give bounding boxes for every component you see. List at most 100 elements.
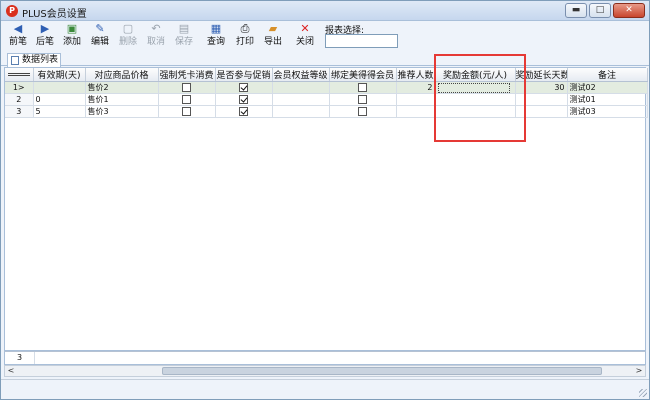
minimize-button[interactable]: ▬: [565, 3, 587, 18]
delete-doc-icon: ▢: [122, 22, 134, 35]
grid-menu-icon: [7, 72, 30, 76]
grid-header-row: 有效期(天) 对应商品价格 强制凭卡消费 是否参与促销 会员权益等级 绑定美得得…: [5, 68, 648, 82]
col-header-referrals[interactable]: 推荐人数: [396, 68, 436, 82]
cell-note[interactable]: 测试02: [567, 81, 648, 94]
window-controls: ▬ □ ✕: [565, 3, 645, 18]
cell-referrals[interactable]: [396, 105, 436, 118]
export-button[interactable]: ▰ 导出: [261, 22, 285, 52]
col-header-note[interactable]: 备注: [567, 68, 648, 82]
bind-member-checkbox[interactable]: [358, 95, 367, 104]
maximize-button[interactable]: □: [589, 3, 611, 18]
plus-member-settings-window: P PLUS会员设置 ▬ □ ✕ ◀ 前笔 ▶ 后笔 ▣ 添加 ✎ 编辑 ▢ 删…: [0, 0, 650, 400]
cell-note[interactable]: 测试03: [567, 105, 648, 118]
cell-price[interactable]: 售价3: [85, 105, 159, 118]
close-button[interactable]: ✕ 关闭: [293, 22, 317, 52]
query-label: 查询: [206, 37, 225, 47]
cell-bind-member[interactable]: [329, 93, 397, 106]
report-select-input[interactable]: [325, 34, 398, 48]
tab-strip: 数据列表: [1, 52, 649, 67]
title-bar[interactable]: P PLUS会员设置 ▬ □ ✕: [1, 1, 649, 21]
next-record-button[interactable]: ▶ 后笔: [34, 22, 56, 52]
cancel-label: 取消: [146, 37, 165, 47]
add-doc-icon: ▣: [66, 22, 78, 35]
cell-promo[interactable]: [215, 105, 273, 118]
prev-record-button[interactable]: ◀ 前笔: [7, 22, 29, 52]
cell-level[interactable]: [272, 105, 330, 118]
cell-level[interactable]: [272, 93, 330, 106]
cancel-button[interactable]: ↶ 取消: [144, 22, 168, 52]
print-button[interactable]: ⎙ 打印: [233, 22, 257, 52]
cell-forced-card[interactable]: [158, 93, 216, 106]
reward-amount-highlight-box: [434, 54, 526, 142]
edit-label: 编辑: [90, 37, 109, 47]
col-header-forced-card[interactable]: 强制凭卡消费: [158, 68, 216, 82]
forced-card-checkbox[interactable]: [182, 107, 191, 116]
close-window-button[interactable]: ✕: [613, 3, 645, 18]
edit-button[interactable]: ✎ 编辑: [88, 22, 112, 52]
query-icon: ▦: [210, 22, 222, 35]
promo-checkbox[interactable]: [239, 107, 248, 116]
cell-forced-card[interactable]: [158, 105, 216, 118]
export-label: 导出: [263, 37, 282, 47]
cell-price[interactable]: 售价1: [85, 93, 159, 106]
cell-bind-member[interactable]: [329, 81, 397, 94]
delete-button[interactable]: ▢ 删除: [116, 22, 140, 52]
cell-referrals[interactable]: [396, 93, 436, 106]
arrow-left-icon: ◀: [13, 22, 23, 35]
horizontal-scrollbar[interactable]: < >: [4, 365, 646, 377]
promo-checkbox[interactable]: [239, 95, 248, 104]
cell-validity[interactable]: [33, 81, 86, 94]
data-grid: 有效期(天) 对应商品价格 强制凭卡消费 是否参与促销 会员权益等级 绑定美得得…: [4, 67, 648, 351]
edit-icon: ✎: [95, 22, 105, 35]
col-header-validity[interactable]: 有效期(天): [33, 68, 86, 82]
col-header-promo[interactable]: 是否参与促销: [215, 68, 273, 82]
print-label: 打印: [235, 37, 254, 47]
table-row[interactable]: 1> 售价2 2 30 测试02: [5, 81, 648, 94]
tab-data-list[interactable]: 数据列表: [7, 53, 61, 67]
col-header-price[interactable]: 对应商品价格: [85, 68, 159, 82]
cell-bind-member[interactable]: [329, 105, 397, 118]
app-logo-icon: P: [6, 5, 18, 17]
forced-card-checkbox[interactable]: [182, 83, 191, 92]
forced-card-checkbox[interactable]: [182, 95, 191, 104]
close-red-icon: ✕: [300, 22, 310, 35]
delete-label: 删除: [118, 37, 137, 47]
status-bar: [1, 379, 649, 399]
tab-data-list-label: 数据列表: [22, 55, 59, 65]
query-button[interactable]: ▦ 查询: [204, 22, 228, 52]
window-title: PLUS会员设置: [22, 9, 87, 20]
col-header-level[interactable]: 会员权益等级: [272, 68, 330, 82]
cell-level[interactable]: [272, 81, 330, 94]
save-label: 保存: [174, 37, 193, 47]
cell-validity[interactable]: 5: [33, 105, 86, 118]
row-number[interactable]: 3: [5, 105, 34, 118]
resize-grip-icon[interactable]: [639, 389, 647, 397]
cell-promo[interactable]: [215, 81, 273, 94]
add-label: 添加: [62, 37, 81, 47]
next-record-label: 后笔: [35, 37, 54, 47]
document-icon: [11, 56, 19, 65]
promo-checkbox[interactable]: [239, 83, 248, 92]
table-row[interactable]: 2 0 售价1 测试01: [5, 93, 648, 106]
arrow-right-icon: ▶: [40, 22, 50, 35]
select-all-header[interactable]: [5, 68, 34, 82]
scroll-left-button[interactable]: <: [5, 366, 17, 376]
scroll-right-button[interactable]: >: [633, 366, 645, 376]
export-folder-icon: ▰: [268, 22, 278, 35]
cell-note[interactable]: 测试01: [567, 93, 648, 106]
prev-record-label: 前笔: [8, 37, 27, 47]
row-number[interactable]: 1>: [5, 81, 34, 94]
save-button[interactable]: ▤ 保存: [172, 22, 196, 52]
cell-referrals[interactable]: 2: [396, 81, 436, 94]
cell-promo[interactable]: [215, 93, 273, 106]
add-button[interactable]: ▣ 添加: [60, 22, 84, 52]
cell-price[interactable]: 售价2: [85, 81, 159, 94]
row-number[interactable]: 2: [5, 93, 34, 106]
cell-validity[interactable]: 0: [33, 93, 86, 106]
bind-member-checkbox[interactable]: [358, 107, 367, 116]
bind-member-checkbox[interactable]: [358, 83, 367, 92]
table-row[interactable]: 3 5 售价3 测试03: [5, 105, 648, 118]
cell-forced-card[interactable]: [158, 81, 216, 94]
col-header-bind-member[interactable]: 绑定美得得会员: [329, 68, 397, 82]
scroll-thumb[interactable]: [162, 367, 602, 375]
